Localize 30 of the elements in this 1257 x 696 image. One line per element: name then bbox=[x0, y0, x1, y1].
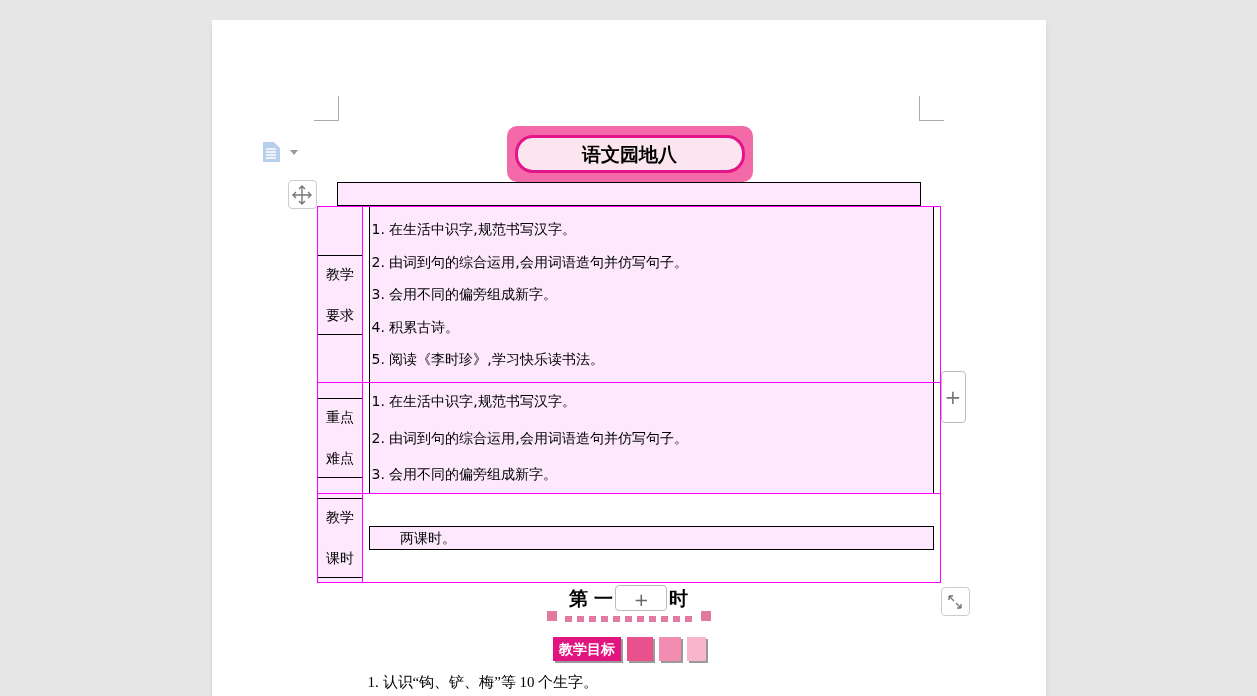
list-item: 1. 在生活中识字,规范书写汉字。 bbox=[370, 220, 577, 239]
row-label: 教学 bbox=[325, 264, 354, 284]
decor-square bbox=[659, 637, 681, 661]
list-item: 3. 会用不同的偏旁组成新字。 bbox=[370, 285, 559, 304]
list-item: 1. 在生活中识字,规范书写汉字。 bbox=[370, 392, 577, 411]
list-item: 3. 会用不同的偏旁组成新字。 bbox=[370, 465, 559, 484]
document-icon[interactable] bbox=[261, 141, 298, 163]
move-handle-icon[interactable] bbox=[287, 180, 317, 209]
banner-title: 语文园地八 bbox=[582, 141, 677, 167]
decor-square bbox=[627, 637, 653, 661]
list-item: 4. 积累古诗。 bbox=[370, 317, 461, 337]
section-heading: 第 一 bbox=[568, 585, 614, 611]
add-row-button[interactable]: + bbox=[940, 371, 966, 423]
row-label: 要求 bbox=[325, 305, 354, 325]
row-label: 难点 bbox=[325, 449, 354, 468]
list-item: 2. 由词到句的综合运用,会用词语造句并仿写句子。 bbox=[370, 252, 689, 272]
corner-mark bbox=[918, 96, 944, 121]
resize-handle-icon[interactable] bbox=[940, 587, 970, 616]
decor-square bbox=[687, 637, 706, 661]
row-label: 教学 bbox=[325, 508, 354, 527]
list-item: 2. 由词到句的综合运用,会用词语造句并仿写句子。 bbox=[370, 428, 689, 448]
add-button[interactable]: + bbox=[615, 585, 668, 611]
row-label: 课时 bbox=[325, 549, 354, 568]
section-badge: 教学目标 bbox=[553, 637, 621, 661]
body-text: 1. 认识“钩、铲、梅”等 10 个生字。 bbox=[367, 673, 600, 692]
corner-mark bbox=[313, 96, 339, 121]
list-item: 5. 阅读《李时珍》,学习快乐读书法。 bbox=[370, 350, 605, 369]
section-heading: 时 bbox=[669, 585, 689, 611]
content-text: 两课时。 bbox=[399, 528, 456, 548]
row-label: 重点 bbox=[325, 408, 354, 427]
